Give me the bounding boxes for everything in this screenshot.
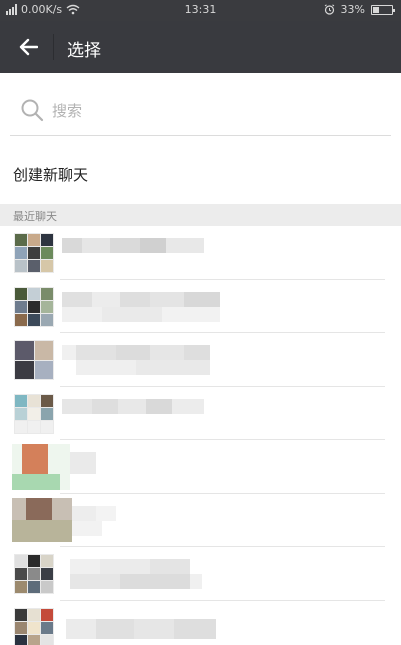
create-new-chat-button[interactable]: 创建新聊天 bbox=[0, 150, 401, 198]
group-avatar bbox=[14, 393, 54, 434]
search-icon bbox=[21, 99, 44, 122]
chat-row[interactable] bbox=[0, 440, 401, 494]
search-bar bbox=[10, 86, 391, 136]
battery-fill bbox=[373, 6, 379, 13]
group-avatar bbox=[14, 286, 54, 327]
battery-percent: 33% bbox=[340, 3, 365, 16]
chat-name-blurred bbox=[66, 613, 216, 643]
group-avatar bbox=[14, 340, 54, 380]
chat-name-blurred bbox=[70, 452, 96, 482]
chat-row[interactable] bbox=[0, 387, 401, 440]
chat-row[interactable] bbox=[0, 280, 401, 333]
chat-name-blurred bbox=[62, 345, 210, 375]
create-new-chat-label: 创建新聊天 bbox=[13, 166, 89, 184]
search-input[interactable] bbox=[52, 99, 372, 123]
recent-chats-header: 最近聊天 bbox=[0, 204, 401, 226]
page-title: 选择 bbox=[67, 41, 101, 61]
group-avatar bbox=[14, 233, 54, 273]
group-avatar bbox=[14, 554, 54, 594]
chat-name-blurred bbox=[62, 398, 204, 429]
chat-row[interactable] bbox=[0, 547, 401, 601]
chat-name-blurred bbox=[70, 559, 202, 589]
chat-row[interactable] bbox=[0, 494, 401, 547]
recent-chat-list bbox=[0, 226, 401, 645]
chat-row[interactable] bbox=[0, 601, 401, 645]
chat-name-blurred bbox=[62, 291, 220, 322]
status-right: 33% bbox=[324, 3, 395, 16]
chat-row[interactable] bbox=[0, 226, 401, 280]
title-divider bbox=[53, 34, 54, 60]
chat-name-blurred bbox=[72, 505, 116, 536]
contact-avatar bbox=[12, 444, 70, 490]
contact-avatar bbox=[12, 497, 72, 542]
back-arrow-icon bbox=[19, 38, 38, 56]
chat-name-blurred bbox=[62, 238, 204, 268]
battery-icon bbox=[371, 4, 395, 15]
title-bar: 选择 bbox=[0, 21, 401, 73]
status-bar: 0.00K/s 13:31 33% bbox=[0, 0, 401, 21]
back-button[interactable] bbox=[14, 33, 42, 61]
recent-chats-title: 最近聊天 bbox=[13, 210, 57, 223]
alarm-icon bbox=[324, 4, 334, 15]
group-avatar bbox=[14, 607, 54, 645]
chat-row[interactable] bbox=[0, 333, 401, 387]
